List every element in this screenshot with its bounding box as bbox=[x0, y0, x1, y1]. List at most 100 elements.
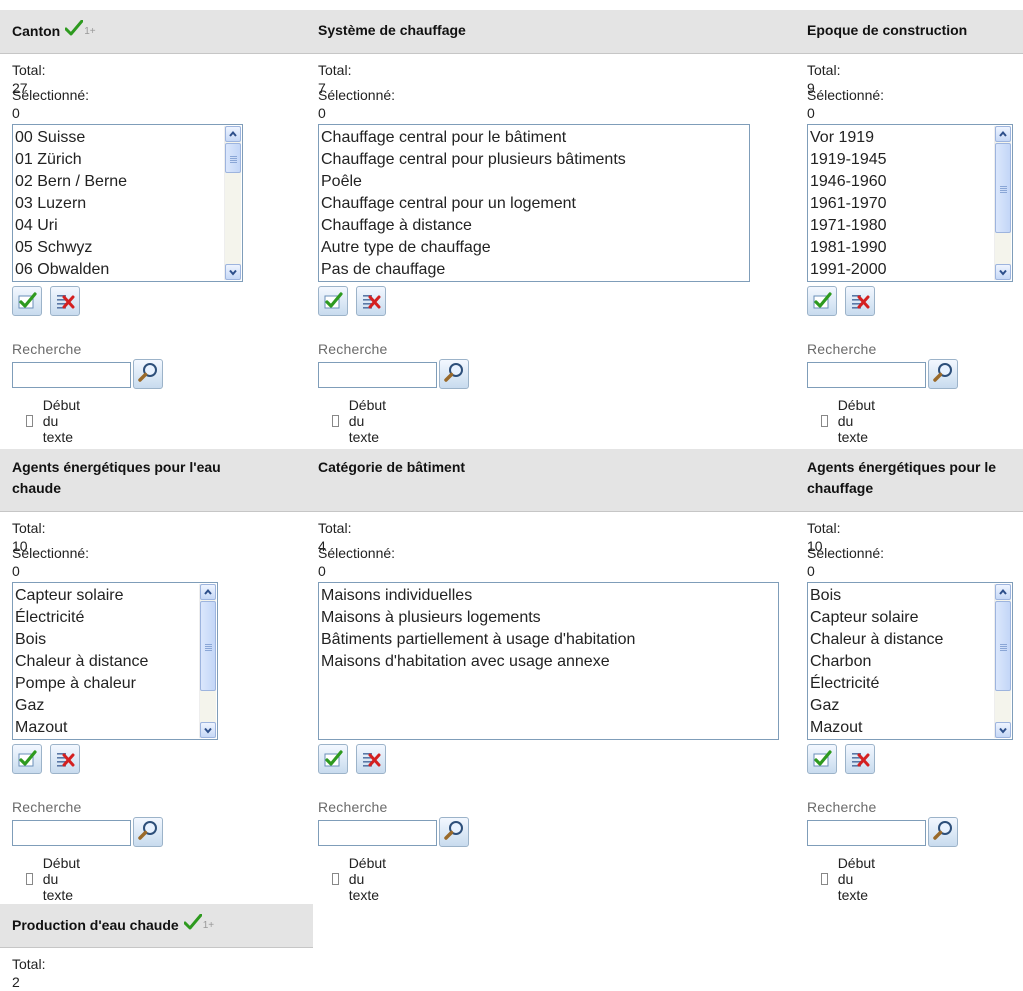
list-option[interactable]: Pas de chauffage bbox=[321, 259, 747, 281]
clear-selection-button[interactable] bbox=[50, 744, 80, 774]
list-option[interactable]: Maisons individuelles bbox=[321, 585, 776, 607]
starts-with-checkbox[interactable] bbox=[332, 415, 339, 427]
vertical-scrollbar[interactable] bbox=[199, 584, 216, 738]
list-option[interactable]: 1919-1945 bbox=[810, 149, 994, 171]
search-button[interactable] bbox=[133, 359, 163, 389]
starts-with-option[interactable]: Début du texte bbox=[819, 397, 880, 445]
starts-with-checkbox[interactable] bbox=[26, 415, 33, 427]
clear-selection-button[interactable] bbox=[845, 286, 875, 316]
list-option[interactable]: Capteur solaire bbox=[15, 585, 199, 607]
list-option[interactable]: Bois bbox=[810, 585, 994, 607]
list-option[interactable]: Mazout bbox=[15, 717, 199, 739]
multi-select-list[interactable]: Vor 1919 1919-1945 1946-1960 1961-1970 1971-… bbox=[807, 124, 1013, 282]
multi-select-list[interactable]: Bois Capteur solaire Chaleur à distance Cha… bbox=[807, 582, 1013, 740]
list-option[interactable]: Autre type de chauffage bbox=[321, 237, 747, 259]
scrollbar-thumb[interactable] bbox=[225, 143, 241, 173]
list-option[interactable]: Capteur solaire bbox=[810, 607, 994, 629]
list-option[interactable]: 01 Zürich bbox=[15, 149, 224, 171]
list-option[interactable]: 04 Uri bbox=[15, 215, 224, 237]
starts-with-checkbox[interactable] bbox=[332, 873, 339, 885]
scroll-down-arrow-icon[interactable] bbox=[995, 264, 1011, 280]
scroll-up-arrow-icon[interactable] bbox=[225, 126, 241, 142]
clear-selection-button[interactable] bbox=[50, 286, 80, 316]
scroll-up-arrow-icon[interactable] bbox=[995, 126, 1011, 142]
list-option[interactable]: 06 Obwalden bbox=[15, 259, 224, 281]
panel-title: Agents énergétiques pour le chauffage bbox=[807, 457, 1012, 499]
scrollbar-thumb[interactable] bbox=[200, 601, 216, 691]
list-option[interactable]: Maisons à plusieurs logements bbox=[321, 607, 776, 629]
starts-with-option[interactable]: Début du texte bbox=[819, 855, 880, 903]
multi-select-list[interactable]: Maisons individuelles Maisons à plusieurs… bbox=[318, 582, 779, 740]
list-option[interactable]: Chaleur à distance bbox=[810, 629, 994, 651]
starts-with-checkbox[interactable] bbox=[821, 873, 828, 885]
list-option[interactable]: 1961-1970 bbox=[810, 193, 994, 215]
starts-with-option[interactable]: Début du texte bbox=[24, 397, 85, 445]
scroll-up-arrow-icon[interactable] bbox=[200, 584, 216, 600]
selected-count: Sélectionné: 0 bbox=[807, 86, 884, 122]
list-option[interactable]: 03 Luzern bbox=[15, 193, 224, 215]
starts-with-checkbox[interactable] bbox=[821, 415, 828, 427]
search-input[interactable] bbox=[12, 362, 131, 388]
list-option[interactable]: Chauffage à distance bbox=[321, 215, 747, 237]
multi-select-list[interactable]: Capteur solaire Électricité Bois Chaleur à … bbox=[12, 582, 218, 740]
list-option[interactable]: Électricité bbox=[15, 607, 199, 629]
list-option[interactable]: 1981-1990 bbox=[810, 237, 994, 259]
list-option[interactable]: Gaz bbox=[810, 695, 994, 717]
list-option[interactable]: Charbon bbox=[810, 651, 994, 673]
starts-with-option[interactable]: Début du texte bbox=[24, 855, 85, 903]
scrollbar-thumb[interactable] bbox=[995, 601, 1011, 691]
select-all-button[interactable] bbox=[318, 744, 348, 774]
select-all-button[interactable] bbox=[318, 286, 348, 316]
clear-selection-button[interactable] bbox=[845, 744, 875, 774]
starts-with-option[interactable]: Début du texte bbox=[330, 855, 391, 903]
search-button[interactable] bbox=[928, 817, 958, 847]
select-all-button[interactable] bbox=[12, 744, 42, 774]
list-option[interactable]: 1946-1960 bbox=[810, 171, 994, 193]
search-input[interactable] bbox=[318, 820, 437, 846]
list-option[interactable]: Mazout bbox=[810, 717, 994, 739]
search-button[interactable] bbox=[439, 817, 469, 847]
list-option[interactable]: Maisons d'habitation avec usage annexe bbox=[321, 651, 776, 673]
select-all-button[interactable] bbox=[12, 286, 42, 316]
starts-with-checkbox[interactable] bbox=[26, 873, 33, 885]
list-option[interactable]: Chauffage central pour le bâtiment bbox=[321, 127, 747, 149]
list-option[interactable]: 05 Schwyz bbox=[15, 237, 224, 259]
list-option[interactable]: Chauffage central pour plusieurs bâtimen… bbox=[321, 149, 747, 171]
list-option[interactable]: Vor 1919 bbox=[810, 127, 994, 149]
search-input[interactable] bbox=[807, 820, 926, 846]
scroll-up-arrow-icon[interactable] bbox=[995, 584, 1011, 600]
starts-with-option[interactable]: Début du texte bbox=[330, 397, 391, 445]
list-option[interactable]: Pompe à chaleur bbox=[15, 673, 199, 695]
search-button[interactable] bbox=[133, 817, 163, 847]
list-option[interactable]: Bâtiments partiellement à usage d'habita… bbox=[321, 629, 776, 651]
scroll-down-arrow-icon[interactable] bbox=[225, 264, 241, 280]
select-all-button[interactable] bbox=[807, 744, 837, 774]
panel-title: Système de chauffage bbox=[318, 20, 608, 41]
search-input[interactable] bbox=[318, 362, 437, 388]
list-option[interactable]: Poêle bbox=[321, 171, 747, 193]
list-option[interactable]: 1971-1980 bbox=[810, 215, 994, 237]
vertical-scrollbar[interactable] bbox=[994, 126, 1011, 280]
multi-select-list[interactable]: Chauffage central pour le bâtiment Chauff… bbox=[318, 124, 750, 282]
search-input[interactable] bbox=[12, 820, 131, 846]
search-button[interactable] bbox=[439, 359, 469, 389]
list-option[interactable]: Bois bbox=[15, 629, 199, 651]
list-option[interactable]: 02 Bern / Berne bbox=[15, 171, 224, 193]
search-button[interactable] bbox=[928, 359, 958, 389]
scrollbar-thumb[interactable] bbox=[995, 143, 1011, 233]
list-option[interactable]: Chaleur à distance bbox=[15, 651, 199, 673]
select-all-button[interactable] bbox=[807, 286, 837, 316]
list-option[interactable]: 1991-2000 bbox=[810, 259, 994, 281]
search-input[interactable] bbox=[807, 362, 926, 388]
vertical-scrollbar[interactable] bbox=[994, 584, 1011, 738]
vertical-scrollbar[interactable] bbox=[224, 126, 241, 280]
list-option[interactable]: Chauffage central pour un logement bbox=[321, 193, 747, 215]
clear-selection-button[interactable] bbox=[356, 744, 386, 774]
scroll-down-arrow-icon[interactable] bbox=[995, 722, 1011, 738]
list-option[interactable]: 00 Suisse bbox=[15, 127, 224, 149]
multi-select-list[interactable]: 00 Suisse 01 Zürich 02 Bern / Berne 03 Luze… bbox=[12, 124, 243, 282]
list-option[interactable]: Électricité bbox=[810, 673, 994, 695]
clear-selection-button[interactable] bbox=[356, 286, 386, 316]
scroll-down-arrow-icon[interactable] bbox=[200, 722, 216, 738]
list-option[interactable]: Gaz bbox=[15, 695, 199, 717]
